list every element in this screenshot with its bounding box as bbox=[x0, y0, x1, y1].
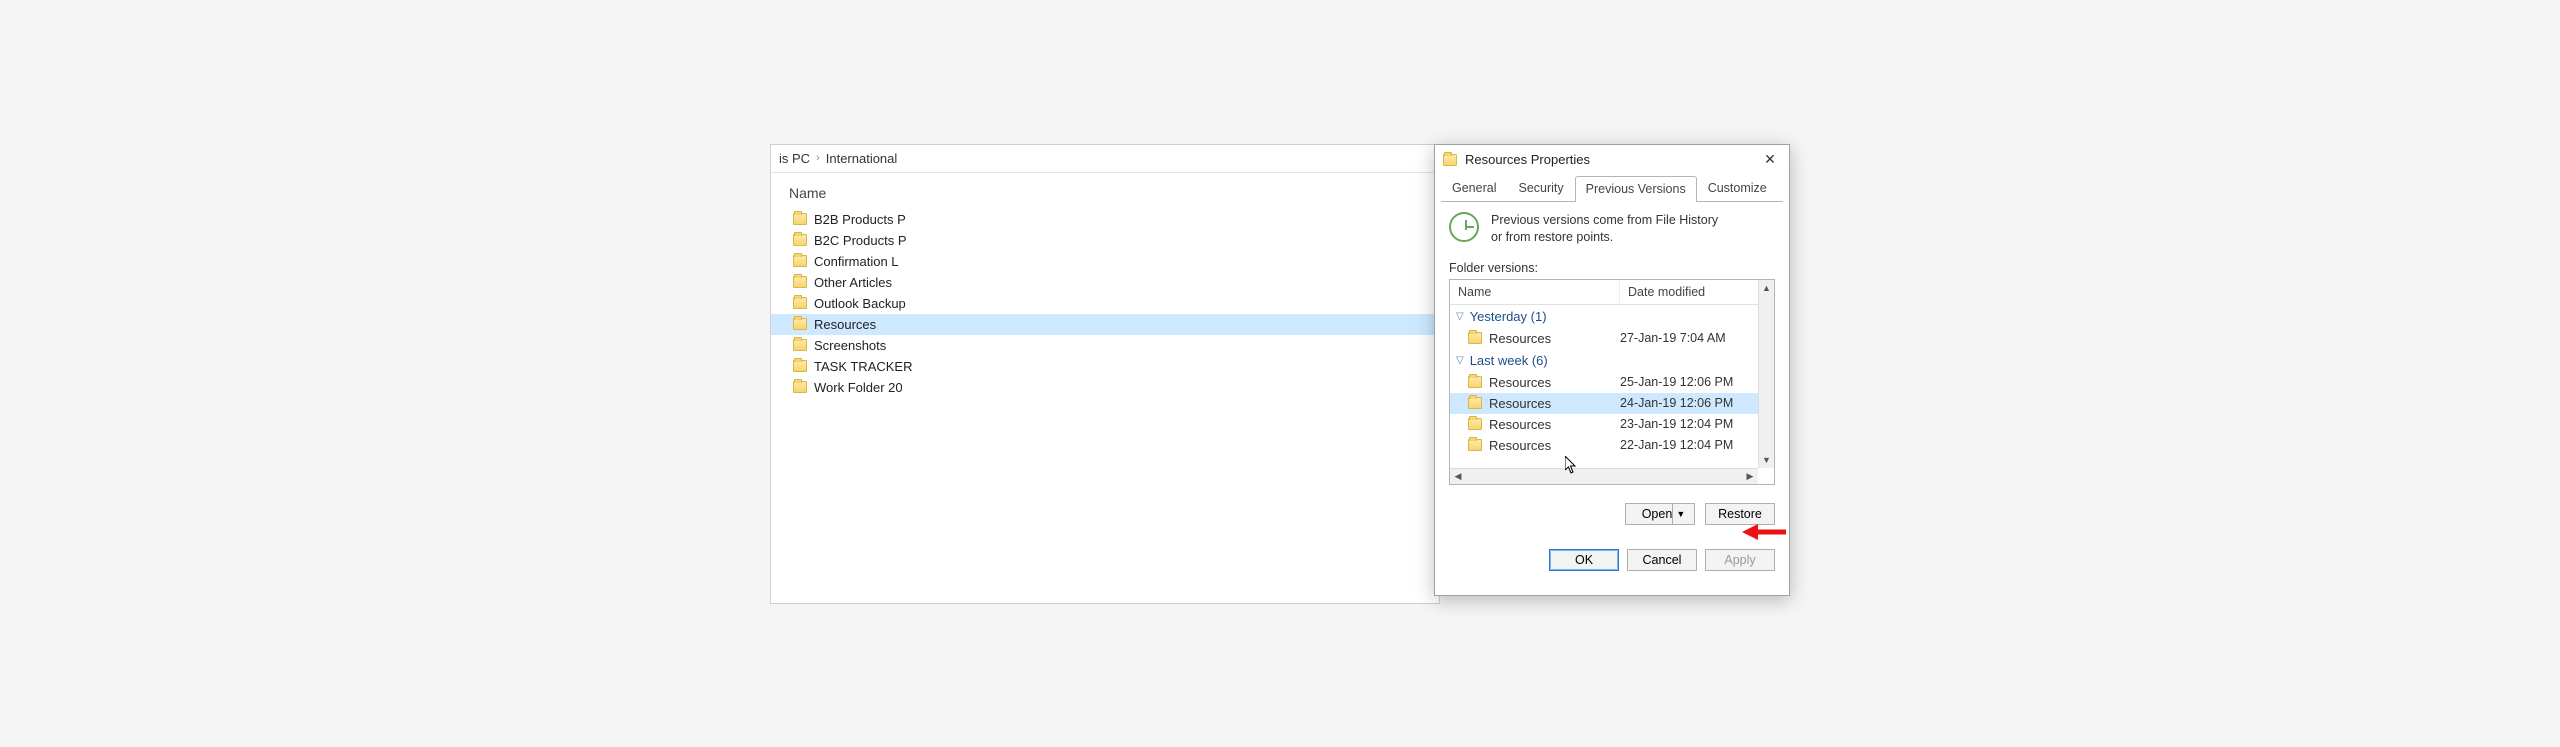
folder-icon bbox=[1468, 397, 1482, 409]
version-date: 27-Jan-19 7:04 AM bbox=[1620, 331, 1774, 345]
version-row[interactable]: Resources 24-Jan-19 12:06 PM bbox=[1450, 393, 1774, 414]
version-row[interactable]: Resources 22-Jan-19 12:04 PM bbox=[1450, 435, 1774, 456]
list-item-label: B2C Products P bbox=[814, 233, 907, 248]
version-date: 22-Jan-19 12:04 PM bbox=[1620, 438, 1774, 452]
list-item-label: Outlook Backup bbox=[814, 296, 906, 311]
breadcrumb[interactable]: is PC › International bbox=[771, 145, 1439, 173]
list-item-label: Confirmation L bbox=[814, 254, 899, 269]
column-header-name[interactable]: Name bbox=[771, 173, 1439, 207]
history-clock-icon bbox=[1449, 212, 1479, 242]
folder-icon bbox=[1468, 418, 1482, 430]
list-item[interactable]: B2B Products P bbox=[771, 209, 1439, 230]
version-row[interactable]: Resources 23-Jan-19 12:04 PM bbox=[1450, 414, 1774, 435]
list-item[interactable]: Screenshots bbox=[771, 335, 1439, 356]
folder-icon bbox=[793, 276, 807, 288]
tab-previous-versions[interactable]: Previous Versions bbox=[1575, 176, 1697, 202]
folder-icon bbox=[793, 213, 807, 225]
version-group-header[interactable]: ▽ Last week (6) bbox=[1450, 349, 1774, 372]
folder-icon bbox=[1443, 154, 1457, 166]
chevron-right-icon: › bbox=[816, 152, 820, 164]
group-title: Last week (6) bbox=[1470, 353, 1548, 368]
folder-icon bbox=[793, 318, 807, 330]
column-header-name[interactable]: Name bbox=[1450, 280, 1620, 304]
version-date: 25-Jan-19 12:06 PM bbox=[1620, 375, 1774, 389]
horizontal-scrollbar[interactable]: ◀ ▶ bbox=[1450, 468, 1758, 484]
folder-icon bbox=[793, 297, 807, 309]
breadcrumb-segment[interactable]: International bbox=[826, 151, 898, 166]
apply-button[interactable]: Apply bbox=[1705, 549, 1775, 571]
list-item-label: Other Articles bbox=[814, 275, 892, 290]
window-title: Resources Properties bbox=[1465, 152, 1590, 167]
restore-button-label: Restore bbox=[1718, 507, 1762, 521]
chevron-down-icon: ▽ bbox=[1456, 311, 1464, 322]
column-header-date[interactable]: Date modified bbox=[1620, 280, 1774, 304]
folder-versions-label: Folder versions: bbox=[1449, 261, 1775, 275]
version-name: Resources bbox=[1489, 438, 1551, 453]
list-item-label: Screenshots bbox=[814, 338, 886, 353]
ok-button[interactable]: OK bbox=[1549, 549, 1619, 571]
tab-general[interactable]: General bbox=[1441, 175, 1507, 201]
list-item[interactable]: Resources bbox=[771, 314, 1439, 335]
folder-icon bbox=[793, 360, 807, 372]
scroll-down-icon[interactable]: ▼ bbox=[1759, 452, 1774, 468]
folder-icon bbox=[793, 339, 807, 351]
list-item-label: B2B Products P bbox=[814, 212, 906, 227]
version-date: 24-Jan-19 12:06 PM bbox=[1620, 396, 1774, 410]
version-date: 23-Jan-19 12:04 PM bbox=[1620, 417, 1774, 431]
versions-list: Name Date modified ▽ Yesterday (1) Resourc… bbox=[1449, 279, 1775, 485]
folder-icon bbox=[793, 234, 807, 246]
folder-icon bbox=[1468, 376, 1482, 388]
folder-icon bbox=[1468, 439, 1482, 451]
list-item[interactable]: B2C Products P bbox=[771, 230, 1439, 251]
version-row[interactable]: Resources 27-Jan-19 7:04 AM bbox=[1450, 328, 1774, 349]
tab-security[interactable]: Security bbox=[1507, 175, 1574, 201]
restore-button[interactable]: Restore bbox=[1705, 503, 1775, 525]
folder-icon bbox=[793, 381, 807, 393]
scroll-right-icon[interactable]: ▶ bbox=[1742, 469, 1758, 484]
tab-strip: General Security Previous Versions Custo… bbox=[1435, 175, 1789, 201]
list-item-label: Resources bbox=[814, 317, 876, 332]
scroll-left-icon[interactable]: ◀ bbox=[1450, 469, 1466, 484]
scroll-up-icon[interactable]: ▲ bbox=[1759, 280, 1774, 296]
titlebar[interactable]: Resources Properties ✕ bbox=[1435, 145, 1789, 175]
version-name: Resources bbox=[1489, 417, 1551, 432]
close-button[interactable]: ✕ bbox=[1757, 149, 1783, 171]
chevron-down-icon: ▽ bbox=[1456, 355, 1464, 366]
info-text: Previous versions come from File History… bbox=[1491, 212, 1731, 247]
folder-list: B2B Products P B2C Products P Confirmation… bbox=[771, 207, 1439, 400]
vertical-scrollbar[interactable]: ▲ ▼ bbox=[1758, 280, 1774, 468]
folder-icon bbox=[1468, 332, 1482, 344]
group-title: Yesterday (1) bbox=[1470, 309, 1547, 324]
list-item[interactable]: Confirmation L bbox=[771, 251, 1439, 272]
version-name: Resources bbox=[1489, 375, 1551, 390]
tab-customize[interactable]: Customize bbox=[1697, 175, 1778, 201]
version-name: Resources bbox=[1489, 331, 1551, 346]
list-item-label: Work Folder 20 bbox=[814, 380, 903, 395]
list-item[interactable]: Work Folder 20 bbox=[771, 377, 1439, 398]
version-group-header[interactable]: ▽ Yesterday (1) bbox=[1450, 305, 1774, 328]
list-item[interactable]: Outlook Backup bbox=[771, 293, 1439, 314]
list-item[interactable]: Other Articles bbox=[771, 272, 1439, 293]
open-dropdown-icon[interactable]: ▼ bbox=[1672, 504, 1688, 524]
file-explorer-window: is PC › International Name B2B Products … bbox=[770, 144, 1440, 604]
open-button-label: Open bbox=[1642, 507, 1673, 521]
list-item-label: TASK TRACKER bbox=[814, 359, 912, 374]
open-button[interactable]: Open ▼ bbox=[1625, 503, 1695, 525]
version-name: Resources bbox=[1489, 396, 1551, 411]
version-row[interactable]: Resources 25-Jan-19 12:06 PM bbox=[1450, 372, 1774, 393]
cancel-button[interactable]: Cancel bbox=[1627, 549, 1697, 571]
folder-icon bbox=[793, 255, 807, 267]
breadcrumb-segment[interactable]: is PC bbox=[779, 151, 810, 166]
properties-dialog: Resources Properties ✕ General Security … bbox=[1434, 144, 1790, 596]
list-item[interactable]: TASK TRACKER bbox=[771, 356, 1439, 377]
